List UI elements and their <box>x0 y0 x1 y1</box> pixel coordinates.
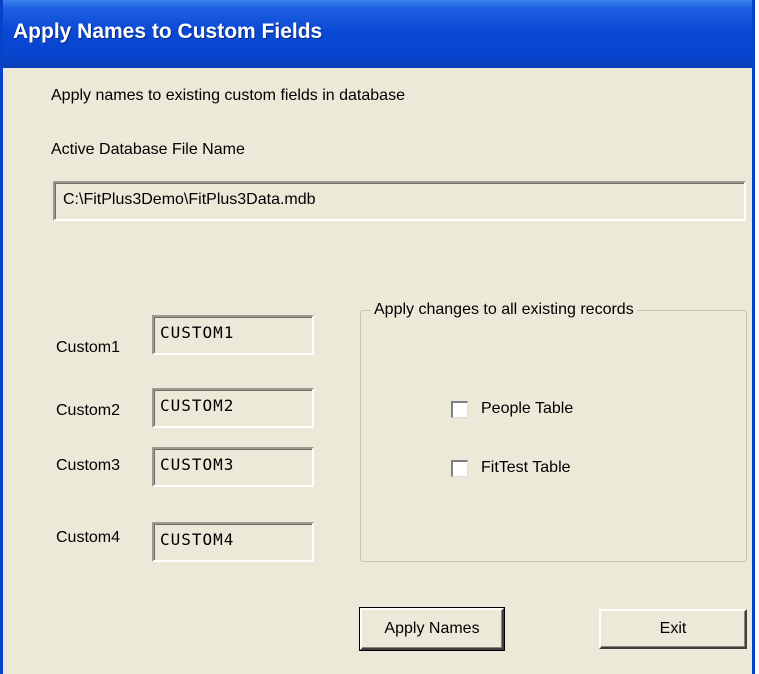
custom1-field[interactable]: CUSTOM1 <box>152 315 314 355</box>
custom4-field[interactable]: CUSTOM4 <box>152 522 314 562</box>
custom1-value: CUSTOM1 <box>160 323 235 342</box>
database-file-label: Active Database File Name <box>51 141 245 158</box>
title-bar[interactable]: Apply Names to Custom Fields <box>3 0 752 68</box>
apply-changes-legend: Apply changes to all existing records <box>371 301 637 319</box>
custom2-value: CUSTOM2 <box>160 396 235 415</box>
people-table-checkbox[interactable] <box>451 401 468 418</box>
custom2-field[interactable]: CUSTOM2 <box>152 388 314 428</box>
apply-names-button[interactable]: Apply Names <box>359 607 505 651</box>
people-table-label[interactable]: People Table <box>481 400 573 418</box>
custom2-label: Custom2 <box>56 402 121 419</box>
fittest-table-checkbox[interactable] <box>451 460 468 477</box>
description-text: Apply names to existing custom fields in… <box>51 87 405 104</box>
custom3-label: Custom3 <box>56 457 121 474</box>
custom3-value: CUSTOM3 <box>160 455 235 474</box>
fittest-table-label[interactable]: FitTest Table <box>481 459 571 477</box>
dialog-window: Apply Names to Custom Fields Apply names… <box>0 0 755 674</box>
custom3-field[interactable]: CUSTOM3 <box>152 447 314 487</box>
custom4-label: Custom4 <box>56 529 121 546</box>
window-title: Apply Names to Custom Fields <box>13 20 323 43</box>
custom1-label: Custom1 <box>56 339 121 356</box>
apply-changes-groupbox <box>360 310 747 562</box>
database-file-path: C:\FitPlus3Demo\FitPlus3Data.mdb <box>63 191 316 208</box>
custom4-value: CUSTOM4 <box>160 530 235 549</box>
exit-button[interactable]: Exit <box>599 609 747 649</box>
database-file-field[interactable]: C:\FitPlus3Demo\FitPlus3Data.mdb <box>53 181 746 221</box>
